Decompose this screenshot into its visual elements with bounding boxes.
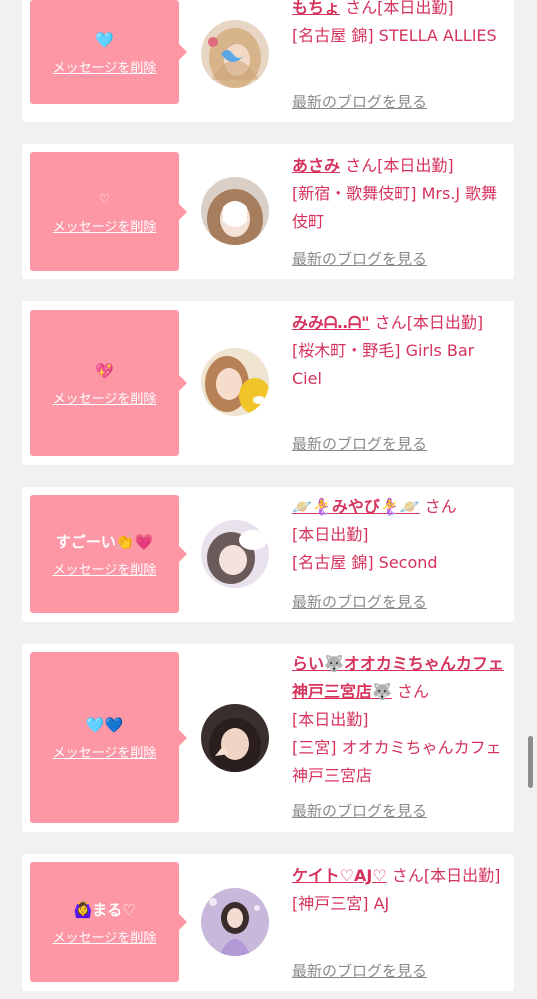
honorific: さん [345, 0, 378, 17]
honorific: さん [374, 313, 407, 332]
work-status: [本日出勤] [377, 156, 454, 175]
shop-info: [神戸三宮] AJ [292, 894, 390, 913]
message-text: 🩵💙 [85, 716, 124, 734]
cast-name-link[interactable]: あさみ [292, 156, 340, 175]
message-card: 🩵 メッセージを削除 もちょ さん[本日出勤] [名古屋 錦] STELLA A… [22, 0, 514, 122]
shop-info: [三宮] オオカミちゃんカフェ神戸三宮店 [292, 738, 502, 785]
message-bubble: 💖 メッセージを削除 [30, 310, 187, 456]
work-status: [本日出勤] [292, 525, 369, 544]
delete-message-link[interactable]: メッセージを削除 [53, 216, 157, 235]
message-text: 💖 [95, 361, 114, 380]
message-card: 💖 メッセージを削除 みみᗩ‥ᗩ" さん[本日出勤] [桜木町・野毛] Girl… [22, 301, 514, 465]
latest-blog-link[interactable]: 最新のブログを見る [292, 248, 427, 269]
latest-blog-link[interactable]: 最新のブログを見る [292, 91, 427, 112]
cast-info: 🪐🧜‍♀️みやび🧜‍♀️🪐 さん [本日出勤] [名古屋 錦] Second [292, 493, 506, 577]
scrollbar[interactable] [528, 736, 533, 788]
shop-info: [名古屋 錦] STELLA ALLIES [292, 26, 497, 45]
message-card: 🙆‍♀️まる♡ メッセージを削除 ケイト♡AJ♡ さん[本日出勤] [神戸三宮]… [22, 854, 514, 991]
message-bubble: 🙆‍♀️まる♡ メッセージを削除 [30, 862, 187, 982]
cast-name-link[interactable]: ケイト♡AJ♡ [292, 866, 387, 885]
shop-info: [新宿・歌舞伎町] Mrs.J 歌舞伎町 [292, 184, 498, 231]
delete-message-link[interactable]: メッセージを削除 [53, 57, 157, 76]
delete-message-link[interactable]: メッセージを削除 [53, 388, 157, 407]
latest-blog-link[interactable]: 最新のブログを見る [292, 591, 427, 612]
message-bubble: 🩵 メッセージを削除 [30, 0, 187, 104]
honorific: さん [345, 156, 378, 175]
message-list: 🩵 メッセージを削除 もちょ さん[本日出勤] [名古屋 錦] STELLA A… [0, 0, 537, 999]
message-card: 🩵💙 メッセージを削除 らい🐺オオカミちゃんカフェ神戸三宮店🐺 さん [本日出勤… [22, 644, 514, 832]
message-bubble: すごーい👏💗 メッセージを削除 [30, 495, 187, 613]
message-text: 🩵 [95, 30, 114, 49]
cast-info: ケイト♡AJ♡ さん[本日出勤] [神戸三宮] AJ [292, 862, 506, 918]
shop-info: [名古屋 錦] Second [292, 553, 438, 572]
cast-info: もちょ さん[本日出勤] [名古屋 錦] STELLA ALLIES [292, 0, 506, 50]
cast-name-link[interactable]: 🪐🧜‍♀️みやび🧜‍♀️🪐 [292, 497, 420, 516]
avatar[interactable] [201, 348, 269, 416]
latest-blog-link[interactable]: 最新のブログを見る [292, 433, 427, 454]
message-text: すごーい👏💗 [55, 532, 154, 551]
avatar[interactable] [201, 20, 269, 88]
honorific: さん [391, 866, 424, 885]
avatar[interactable] [201, 704, 269, 772]
cast-info: みみᗩ‥ᗩ" さん[本日出勤] [桜木町・野毛] Girls Bar Ciel [292, 309, 506, 393]
latest-blog-link[interactable]: 最新のブログを見る [292, 800, 427, 821]
work-status: [本日出勤] [292, 710, 369, 729]
work-status: [本日出勤] [423, 866, 501, 885]
delete-message-link[interactable]: メッセージを削除 [53, 927, 157, 946]
cast-info: らい🐺オオカミちゃんカフェ神戸三宮店🐺 さん [本日出勤] [三宮] オオカミち… [292, 650, 506, 790]
avatar[interactable] [201, 177, 269, 245]
avatar[interactable] [201, 888, 269, 956]
message-card: ♡ メッセージを削除 あさみ さん[本日出勤] [新宿・歌舞伎町] Mrs.J … [22, 144, 514, 279]
message-bubble: ♡ メッセージを削除 [30, 152, 187, 271]
message-text: ♡ [99, 192, 110, 206]
honorific: さん [424, 497, 457, 516]
work-status: [本日出勤] [406, 313, 484, 332]
delete-message-link[interactable]: メッセージを削除 [53, 742, 157, 761]
cast-name-link[interactable]: みみᗩ‥ᗩ" [292, 313, 370, 332]
cast-info: あさみ さん[本日出勤] [新宿・歌舞伎町] Mrs.J 歌舞伎町 [292, 152, 506, 236]
message-card: すごーい👏💗 メッセージを削除 🪐🧜‍♀️みやび🧜‍♀️🪐 さん [本日出勤] … [22, 487, 514, 622]
message-bubble: 🩵💙 メッセージを削除 [30, 652, 187, 823]
honorific: さん [397, 682, 430, 701]
work-status: [本日出勤] [377, 0, 454, 17]
cast-name-link[interactable]: もちょ [292, 0, 340, 17]
delete-message-link[interactable]: メッセージを削除 [53, 559, 157, 578]
avatar[interactable] [201, 520, 269, 588]
message-text: 🙆‍♀️まる♡ [73, 900, 136, 919]
latest-blog-link[interactable]: 最新のブログを見る [292, 960, 427, 981]
shop-info: [桜木町・野毛] Girls Bar Ciel [292, 341, 475, 388]
